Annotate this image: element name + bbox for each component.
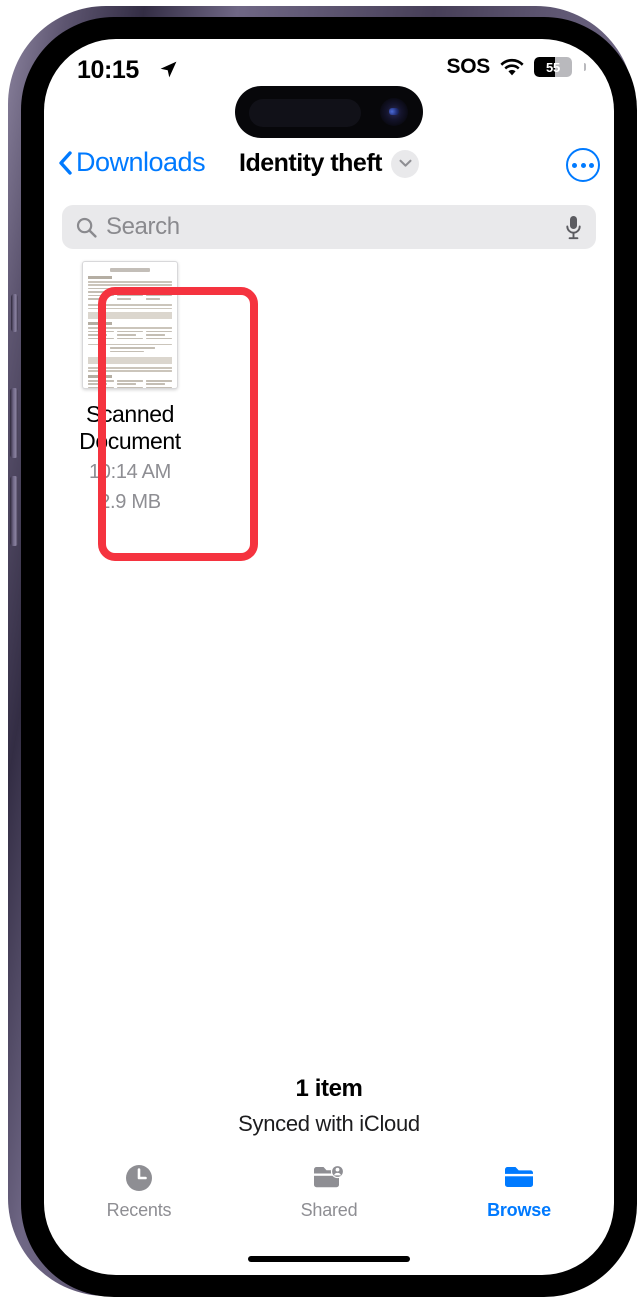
location-arrow-icon — [160, 61, 177, 78]
search-icon — [76, 217, 97, 238]
tab-bar: Recents Shared Browse — [44, 1155, 614, 1239]
action-button[interactable] — [11, 294, 18, 332]
more-options-button[interactable] — [566, 148, 600, 182]
navigation-bar: Downloads Identity theft — [44, 139, 614, 197]
ellipsis-dot — [572, 162, 577, 168]
status-time: 10:15 — [77, 56, 139, 84]
phone-frame: 10:15 SOS 55 Downloads Identity theft Se… — [8, 6, 637, 1297]
file-name-label: Scanned Document — [79, 401, 181, 454]
sos-label: SOS — [446, 55, 491, 78]
clock-icon — [124, 1163, 154, 1193]
tab-label-browse: Browse — [487, 1200, 551, 1220]
home-indicator[interactable] — [248, 1256, 410, 1262]
dynamic-island — [235, 86, 423, 138]
tab-label-shared: Shared — [300, 1200, 358, 1220]
tab-shared[interactable]: Shared — [234, 1163, 424, 1221]
tab-recents[interactable]: Recents — [44, 1163, 234, 1221]
shared-folder-icon — [313, 1163, 345, 1193]
battery-indicator: 55 — [534, 57, 572, 77]
front-camera-icon — [380, 98, 408, 126]
microphone-icon[interactable] — [565, 215, 582, 240]
battery-percent: 55 — [545, 59, 561, 75]
file-time-label: 10:14 AM — [88, 460, 172, 483]
phone-screen: 10:15 SOS 55 Downloads Identity theft Se… — [44, 39, 614, 1275]
chevron-left-icon — [59, 150, 72, 175]
volume-up-button[interactable] — [10, 388, 18, 458]
item-count-label: 1 item — [295, 1075, 363, 1102]
file-item-scanned-document[interactable]: Scanned Document 10:14 AM 2.9 MB — [64, 261, 258, 561]
file-grid: Scanned Document 10:14 AM 2.9 MB — [44, 261, 614, 561]
scanned-document-thumbnail — [82, 261, 178, 389]
back-button-label: Downloads — [76, 147, 206, 177]
folder-summary: 1 item Synced with iCloud — [44, 1075, 614, 1137]
chevron-down-icon — [398, 159, 412, 167]
tab-browse[interactable]: Browse — [424, 1163, 614, 1221]
title-group: Identity theft — [239, 149, 419, 178]
volume-down-button[interactable] — [10, 476, 18, 546]
ellipsis-dot — [589, 162, 594, 168]
tab-label-recents: Recents — [106, 1200, 172, 1220]
battery-cap — [583, 63, 586, 71]
back-button[interactable]: Downloads — [58, 147, 206, 178]
folder-icon — [503, 1163, 535, 1193]
ellipsis-dot — [580, 162, 586, 168]
wifi-icon — [500, 58, 524, 75]
sync-status-label: Synced with iCloud — [238, 1111, 420, 1136]
file-size-label: 2.9 MB — [99, 491, 161, 514]
title-dropdown-button[interactable] — [391, 149, 419, 178]
island-pill — [249, 99, 361, 127]
search-input[interactable]: Search — [106, 213, 180, 241]
search-bar[interactable]: Search — [62, 205, 596, 249]
page-title: Identity theft — [239, 149, 383, 177]
status-indicators: SOS 55 — [447, 55, 586, 79]
